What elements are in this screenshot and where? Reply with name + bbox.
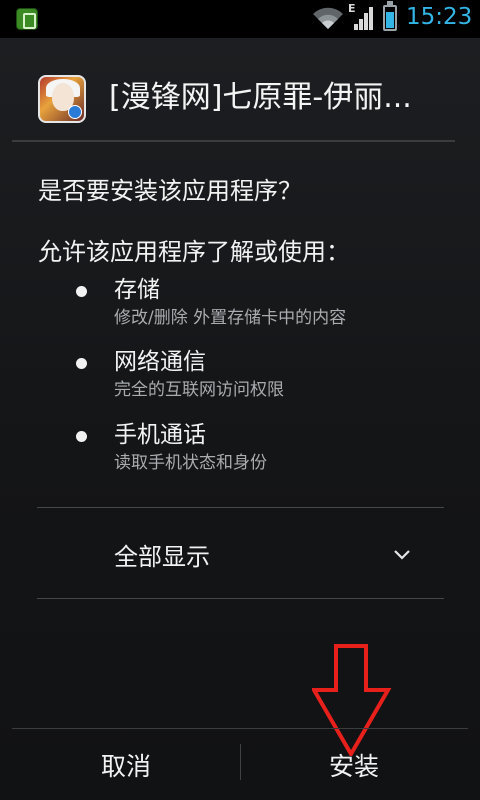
install-dialog-screen: E 15:23 [漫锋网]七原罪-伊丽... 是否要安装该应用程序？ 允许该应用…	[0, 0, 480, 800]
show-all-button[interactable]: 全部显示	[114, 539, 210, 575]
bullet-icon	[76, 286, 87, 297]
show-all-divider-top	[37, 507, 444, 508]
chevron-down-icon[interactable]	[393, 548, 411, 562]
permission-description: 完全的互联网访问权限	[114, 380, 284, 400]
battery-level-fill	[386, 11, 394, 28]
show-all-divider-bottom	[37, 598, 444, 599]
permission-item-storage: 存储 修改/删除 外置存储卡中的内容	[76, 274, 456, 334]
app-title: [漫锋网]七原罪-伊丽...	[109, 80, 412, 115]
status-bar: E 15:23	[0, 0, 480, 38]
app-icon-badge	[68, 105, 82, 119]
status-time: 15:23	[406, 4, 473, 30]
phone-notification-icon	[16, 8, 38, 30]
permission-item-network: 网络通信 完全的互联网访问权限	[76, 346, 456, 406]
permission-title: 手机通话	[114, 422, 206, 448]
install-question: 是否要安装该应用程序？	[38, 177, 302, 205]
permission-title: 网络通信	[114, 349, 206, 375]
permission-description: 修改/删除 外置存储卡中的内容	[114, 308, 347, 328]
battery-icon	[383, 1, 397, 31]
cancel-button[interactable]: 取消	[12, 729, 240, 800]
wifi-icon	[313, 7, 343, 30]
cell-signal-icon	[354, 7, 373, 30]
install-button[interactable]: 安装	[240, 729, 468, 800]
title-divider	[12, 140, 455, 142]
bullet-icon	[76, 431, 87, 442]
permissions-header: 允许该应用程序了解或使用：	[38, 238, 350, 266]
app-icon	[38, 75, 86, 123]
permission-item-phone: 手机通话 读取手机状态和身份	[76, 419, 456, 479]
bullet-icon	[76, 358, 87, 369]
permission-title: 存储	[114, 277, 160, 303]
permission-description: 读取手机状态和身份	[114, 453, 267, 473]
